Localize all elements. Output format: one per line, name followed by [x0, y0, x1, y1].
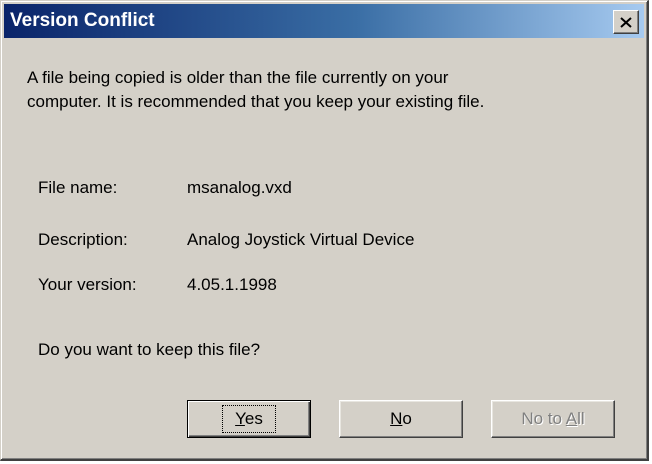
description-value: Analog Joystick Virtual Device	[187, 230, 415, 249]
no-button[interactable]: No	[339, 400, 463, 438]
your-version-value: 4.05.1.1998	[187, 275, 277, 294]
title-bar[interactable]: Version Conflict	[4, 4, 644, 38]
your-version-label: Your version:	[38, 275, 137, 294]
description-label: Description:	[38, 230, 128, 249]
close-button[interactable]	[613, 10, 639, 34]
no-button-label: No	[390, 409, 412, 428]
keep-file-question: Do you want to keep this file?	[38, 340, 261, 359]
file-name-label: File name:	[38, 178, 118, 197]
dialog-title: Version Conflict	[10, 10, 155, 31]
no-to-all-button: No to All	[491, 400, 615, 438]
yes-button[interactable]: Yes	[187, 400, 311, 438]
version-conflict-dialog: Version Conflict A file being copied is …	[0, 0, 649, 461]
yes-button-label: Yes	[222, 405, 276, 433]
close-icon	[620, 16, 632, 28]
message-line-1: A file being copied is older than the fi…	[27, 68, 449, 87]
no-to-all-button-label: No to All	[521, 409, 585, 428]
file-name-value: msanalog.vxd	[187, 178, 292, 197]
message-line-2: computer. It is recommended that you kee…	[27, 92, 485, 111]
